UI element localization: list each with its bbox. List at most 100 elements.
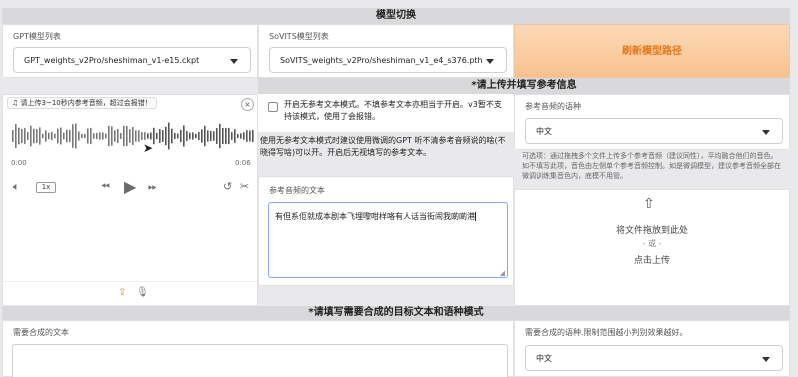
waveform-bar xyxy=(141,132,143,140)
reference-audio-panel: ♫ 请上传3~10秒内参考音频，超过会报错！ × ➤ 0:00 0:06 🔈︎ … xyxy=(2,94,258,305)
waveform-bar xyxy=(147,133,149,139)
waveform-bar xyxy=(210,130,212,142)
undo-button[interactable]: ↺ xyxy=(223,180,232,193)
waveform-bar xyxy=(180,129,182,143)
audio-waveform[interactable] xyxy=(11,115,257,157)
waveform-bar xyxy=(66,129,68,143)
target-lang-dropdown[interactable]: 中文 xyxy=(525,345,783,371)
multi-ref-dropzone[interactable]: ⇧ 将文件拖放到此处 - 或 - 点击上传 xyxy=(514,189,790,306)
waveform-bar xyxy=(195,133,197,139)
waveform-bar xyxy=(123,125,125,147)
close-icon: × xyxy=(244,100,251,109)
volume-button[interactable]: 🔈︎ xyxy=(13,180,20,194)
waveform-bar xyxy=(96,132,98,140)
waveform-bar xyxy=(252,130,254,142)
waveform-bar xyxy=(219,123,221,149)
ref-lang-note: 可选项：通过拖拽多个文件上传多个参考音频（建议同性），平均融合他们的音色。如不填… xyxy=(522,152,781,180)
waveform-bar xyxy=(162,129,164,143)
waveform-bar xyxy=(198,131,200,141)
waveform-bar xyxy=(168,122,170,150)
playback-speed-button[interactable]: 1x xyxy=(36,182,56,193)
ref-text-input[interactable]: 有但系佢就成本剧本飞埋嚟咁样咯有人话当街闹我啲啲港 ◢ xyxy=(268,202,508,278)
waveform-bar xyxy=(51,131,53,141)
rewind-button[interactable]: ⏪︎ xyxy=(101,180,110,194)
play-icon: ▶ xyxy=(124,177,137,196)
waveform-bar xyxy=(81,133,83,139)
target-section-title: *请填写需要合成的目标文本和语种模式 xyxy=(308,307,484,318)
gpt-model-dropdown[interactable]: GPT_weights_v2Pro/sheshiman_v1-e15.ckpt xyxy=(13,47,251,73)
waveform-bar xyxy=(27,132,29,140)
dropzone-text-drag: 将文件拖放到此处 xyxy=(615,226,688,236)
waveform-bar xyxy=(102,132,104,140)
waveform-bar xyxy=(114,130,116,142)
waveform-bar xyxy=(144,132,146,140)
ref-lang-selected: 中文 xyxy=(536,127,552,136)
resize-handle-icon[interactable]: ◢ xyxy=(500,269,505,277)
waveform-bar xyxy=(15,124,17,148)
waveform-bar xyxy=(189,132,191,140)
chevron-down-icon xyxy=(486,59,494,64)
waveform-bar xyxy=(24,128,26,144)
rewind-icon: ⏪︎ xyxy=(101,180,110,193)
ref-text-panel: 参考音频的文本 有但系佢就成本剧本飞埋嚟咁样咯有人话当街闹我啲啲港 ◢ xyxy=(258,176,514,286)
waveform-bar xyxy=(249,130,251,142)
dropzone-text-click: 点击上传 xyxy=(633,256,670,266)
waveform-bar xyxy=(45,130,47,142)
waveform-bar xyxy=(159,129,161,143)
sovits-model-dropdown[interactable]: SoVITS_weights_v2Pro/sheshiman_v1_e4_s37… xyxy=(269,47,507,73)
waveform-bar xyxy=(63,132,65,140)
waveform-bar xyxy=(135,130,137,142)
waveform-bar xyxy=(99,132,101,140)
waveform-bar xyxy=(201,129,203,143)
waveform-bar xyxy=(57,128,59,144)
waveform-bar xyxy=(243,132,245,140)
no-ref-mode-label: 开启无参考文本模式。不填参考文本亦相当于开启。v3暂不支持该模式，使用了会报错。 xyxy=(284,100,502,121)
waveform-bar xyxy=(84,133,86,139)
waveform-bar xyxy=(90,127,92,145)
upload-icon: ⇪ xyxy=(118,287,127,298)
waveform-bar xyxy=(246,130,248,142)
waveform-bar xyxy=(111,126,113,146)
text-caret xyxy=(475,212,476,221)
target-text-panel: 需要合成的文本 xyxy=(2,320,514,377)
close-audio-button[interactable]: × xyxy=(241,98,254,111)
fast-forward-button[interactable]: ⏩︎ xyxy=(148,180,157,194)
audio-tip-text: 请上传3~10秒内参考音频，超过会报错！ xyxy=(20,99,152,107)
waveform-bar xyxy=(126,126,128,146)
waveform-bar xyxy=(231,132,233,140)
microphone-source-button[interactable]: 🎙︎ xyxy=(136,287,149,298)
audio-source-bar: ⇪ 🎙︎ xyxy=(3,281,257,305)
music-note-icon: ♫ xyxy=(12,99,19,107)
ref-lang-dropdown[interactable]: 中文 xyxy=(525,118,783,144)
waveform-bar xyxy=(204,125,206,147)
trim-button[interactable]: ✂ xyxy=(240,180,249,193)
play-button[interactable]: ▶ xyxy=(124,177,136,196)
waveform-bar xyxy=(192,132,194,140)
playback-speed-label: 1x xyxy=(41,183,51,191)
waveform-bar xyxy=(87,128,89,144)
waveform-bar xyxy=(216,128,218,144)
dropzone-text-or: - 或 - xyxy=(642,239,662,248)
waveform-bar xyxy=(237,133,239,139)
upload-source-button[interactable]: ⇪ xyxy=(118,287,126,298)
waveform-bar xyxy=(30,125,32,147)
waveform-bar xyxy=(18,127,20,145)
no-ref-mode-checkbox[interactable] xyxy=(268,102,278,112)
model-switch-title: 模型切换 xyxy=(376,10,416,21)
scissors-icon: ✂ xyxy=(240,180,250,193)
target-lang-panel: 需要合成的语种.限制范围越小判别效果越好。 中文 xyxy=(514,320,790,377)
waveform-bar xyxy=(186,130,188,142)
waveform-bar xyxy=(105,133,107,139)
waveform-bar xyxy=(165,126,167,146)
audio-time-start: 0:00 xyxy=(11,159,27,167)
gpt-model-label: GPT模型列表 xyxy=(13,32,61,41)
waveform-bar xyxy=(72,124,74,148)
ref-lang-label: 参考音频的语种 xyxy=(525,102,581,111)
waveform-bar xyxy=(60,127,62,145)
refresh-model-button[interactable]: 刷新模型路径 xyxy=(514,24,790,78)
waveform-bar xyxy=(207,130,209,142)
waveform-bar xyxy=(225,127,227,145)
ref-text-label: 参考音频的文本 xyxy=(269,186,325,195)
gpt-model-selected: GPT_weights_v2Pro/sheshiman_v1-e15.ckpt xyxy=(24,56,200,65)
target-text-input[interactable] xyxy=(12,344,508,377)
